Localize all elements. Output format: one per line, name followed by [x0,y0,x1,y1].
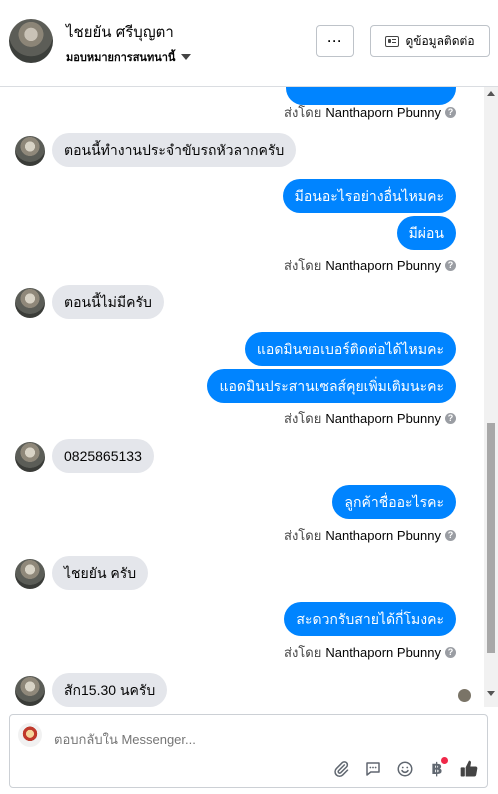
contact-name[interactable]: ไชยยัน ศรีบุญตา [66,20,174,44]
chat-bubble-icon[interactable] [362,758,384,780]
composer-toolbar: ฿ [330,757,480,781]
seen-receipt-avatar [458,689,471,702]
outgoing-message-bubble[interactable]: สะดวกรับสายได้กี่โมงคะ [284,602,456,636]
thumbs-up-icon[interactable] [458,758,480,780]
sent-by-label: ส่งโดย Nanthaporn Pbunny ? [284,642,456,663]
scroll-up-arrow-icon[interactable] [487,91,495,96]
page-avatar [18,723,42,747]
paperclip-icon[interactable] [330,758,352,780]
scroll-down-arrow-icon[interactable] [487,691,495,696]
baht-icon[interactable]: ฿ [426,757,448,780]
message-thread[interactable]: ส่งโดย Nanthaporn Pbunny ? ตอนนี้ทำงานปร… [0,87,484,707]
assign-conversation-dropdown[interactable]: มอบหมายการสนทนานี้ [66,48,192,66]
outgoing-message-bubble[interactable]: แอดมินประสานเซลส์คุยเพิ่มเติมนะคะ [207,369,456,403]
more-options-button[interactable]: ··· [316,25,354,57]
outgoing-message-bubble[interactable]: มีอนอะไรอย่างอื่นไหมคะ [282,179,456,213]
smiley-icon[interactable] [394,758,416,780]
contact-avatar-small [15,136,45,166]
reply-composer: ฿ [9,714,488,788]
caret-down-icon [181,54,192,60]
incoming-message-bubble[interactable]: ตอนนี้ทำงานประจำขับรถหัวลากครับ [52,133,297,167]
sent-by-label: ส่งโดย Nanthaporn Pbunny ? [284,102,456,123]
contact-avatar-small [15,442,45,472]
outgoing-message-bubble[interactable]: แอดมินขอเบอร์ติดต่อได้ไหมคะ [244,332,456,366]
contact-avatar-small [15,676,45,706]
info-icon[interactable]: ? [445,530,456,541]
sender-name: Nanthaporn Pbunny [325,258,441,273]
incoming-message-bubble[interactable]: 0825865133 [52,439,154,473]
info-icon[interactable]: ? [445,107,456,118]
message-scrollbar[interactable] [484,87,498,707]
contact-avatar-small [15,288,45,318]
assign-conversation-label: มอบหมายการสนทนานี้ [66,52,176,64]
sender-name: Nanthaporn Pbunny [325,645,441,660]
view-contact-info-button[interactable]: ดูข้อมูลติดต่อ [370,25,490,57]
contact-card-icon [385,35,400,47]
sent-by-prefix: ส่งโดย [284,528,322,543]
view-contact-info-label: ดูข้อมูลติดต่อ [405,33,475,48]
info-icon[interactable]: ? [445,413,456,424]
conversation-header: ไชยยัน ศรีบุญตา มอบหมายการสนทนานี้ ··· ด… [0,0,498,87]
outgoing-message-bubble[interactable]: ลูกค้าชื่ออะไรคะ [332,485,456,519]
sender-name: Nanthaporn Pbunny [325,528,441,543]
incoming-message-bubble[interactable]: สัก15.30 นครับ [52,673,168,707]
contact-avatar-small [15,559,45,589]
sender-name: Nanthaporn Pbunny [325,105,441,120]
sent-by-prefix: ส่งโดย [284,258,322,273]
reply-input[interactable] [54,729,334,749]
sent-by-prefix: ส่งโดย [284,411,322,426]
contact-avatar[interactable] [9,19,53,63]
sent-by-prefix: ส่งโดย [284,105,322,120]
info-icon[interactable]: ? [445,647,456,658]
incoming-message-bubble[interactable]: ไชยยัน ครับ [52,556,149,590]
scrollbar-thumb[interactable] [487,423,495,653]
sent-by-label: ส่งโดย Nanthaporn Pbunny ? [284,408,456,429]
sent-by-prefix: ส่งโดย [284,645,322,660]
outgoing-message-bubble[interactable]: มีผ่อน [396,216,456,250]
notification-dot [441,757,448,764]
incoming-message-bubble[interactable]: ตอนนี้ไม่มีครับ [52,285,164,319]
sent-by-label: ส่งโดย Nanthaporn Pbunny ? [284,255,456,276]
sender-name: Nanthaporn Pbunny [325,411,441,426]
sent-by-label: ส่งโดย Nanthaporn Pbunny ? [284,525,456,546]
info-icon[interactable]: ? [445,260,456,271]
